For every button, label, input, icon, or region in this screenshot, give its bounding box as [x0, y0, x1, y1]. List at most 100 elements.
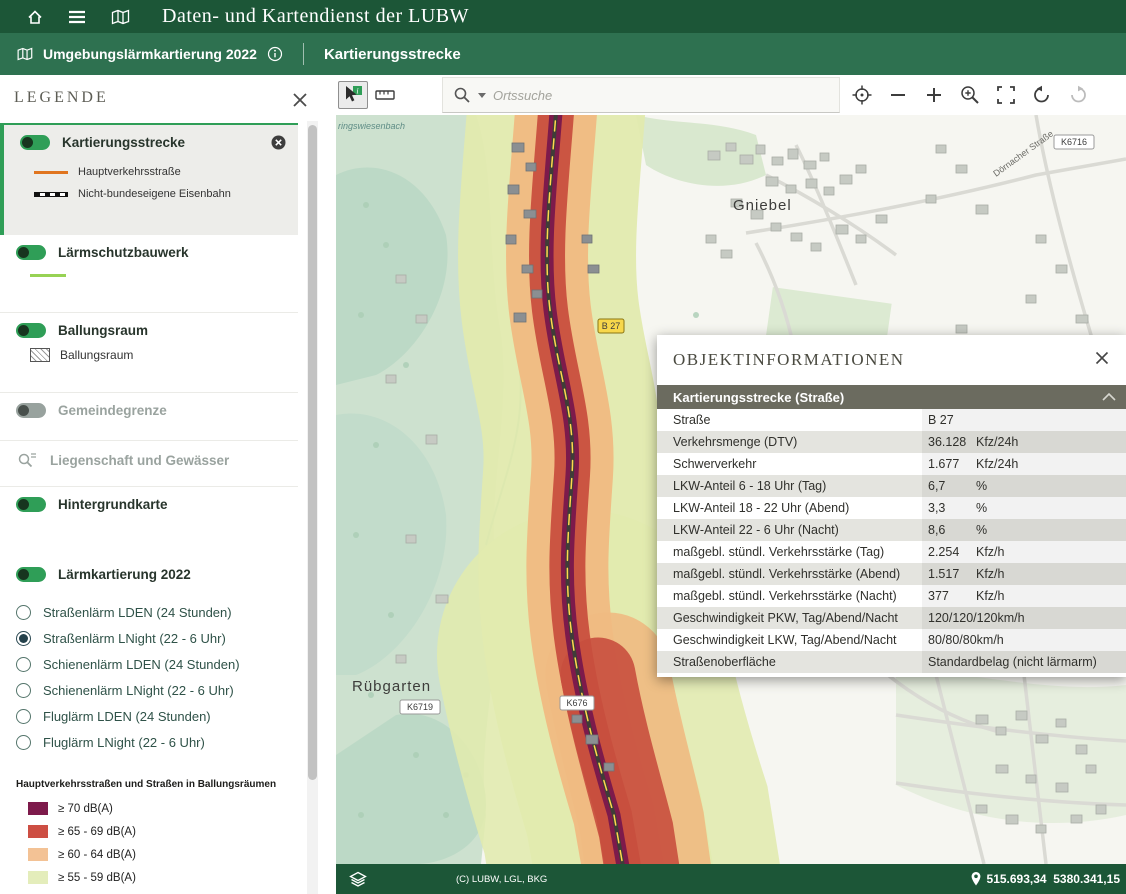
radio-fluglaerm-lnight[interactable]: Fluglärm LNight (22 - 6 Uhr)	[0, 729, 298, 755]
module-map-icon	[16, 46, 33, 62]
legend-entry-label: Hauptverkehrsstraße	[78, 166, 181, 178]
search-input[interactable]	[493, 88, 829, 103]
coordinate-readout: 515.693,34 5380.341,15	[970, 871, 1120, 887]
close-icon	[291, 91, 309, 109]
legend-title: LEGENDE	[14, 89, 109, 107]
place-label-ruebgarten: Rübgarten	[352, 678, 431, 695]
table-row: Geschwindigkeit LKW, Tag/Abend/Nacht80/8…	[657, 629, 1126, 651]
legend-close-button[interactable]	[290, 90, 310, 110]
scale-row	[0, 889, 298, 894]
map-attribution: (C) LUBW, LGL, BKG	[456, 874, 547, 885]
toggle-kartierungsstrecke[interactable]	[20, 135, 50, 150]
redo-button[interactable]	[1064, 81, 1092, 109]
noise-corridor	[547, 115, 652, 864]
table-row: StraßeB 27	[657, 409, 1126, 431]
map-service-button[interactable]	[110, 8, 130, 26]
radio-strassenlaerm-lnight[interactable]: Straßenlärm LNight (22 - 6 Uhr)	[0, 625, 298, 651]
table-row: maßgebl. stündl. Verkehrsstärke (Abend)1…	[657, 563, 1126, 585]
table-row: StraßenoberflächeStandardbelag (nicht lä…	[657, 651, 1126, 673]
layer-label: Hintergrundkarte	[58, 497, 286, 512]
place-label-gniebel: Gniebel	[733, 197, 792, 214]
radio-icon-selected	[16, 631, 31, 646]
zoom-box-button[interactable]	[956, 81, 984, 109]
svg-text:K6719: K6719	[407, 702, 433, 712]
layer-label: Ballungsraum	[58, 323, 286, 338]
road-shield-b27: B 27	[598, 319, 624, 333]
toggle-laermschutzbauwerk[interactable]	[16, 245, 46, 260]
search-icon[interactable]	[453, 86, 471, 104]
noise-option-list: Straßenlärm LDEN (24 Stunden) Straßenlär…	[0, 599, 298, 755]
scale-row: ≥ 65 - 69 dB(A)	[0, 820, 298, 843]
minus-icon	[887, 84, 909, 106]
measure-tool-button[interactable]	[370, 81, 400, 109]
crosshair-icon	[851, 84, 873, 106]
scale-row: ≥ 60 - 64 dB(A)	[0, 843, 298, 866]
pin-icon	[970, 871, 982, 887]
layer-item-laermkartierung: Lärmkartierung 2022	[0, 563, 298, 597]
layer-item-kartierungsstrecke: Kartierungsstrecke Hauptverkehrsstraße N…	[0, 123, 298, 235]
legend-entry-label: Ballungsraum	[60, 348, 133, 362]
full-extent-button[interactable]	[992, 81, 1020, 109]
search-layer-icon	[16, 451, 38, 469]
legend-entry-hauptverkehrsstrasse: Hauptverkehrsstraße	[34, 166, 298, 178]
breadcrumb: Kartierungsstrecke	[324, 46, 461, 63]
map-icon	[110, 8, 130, 26]
object-info-panel: OBJEKTINFORMATIONEN Kartierungsstrecke (…	[657, 335, 1126, 677]
railway-swatch	[34, 192, 68, 197]
scale-row: ≥ 55 - 59 dB(A)	[0, 866, 298, 889]
geolocate-button[interactable]	[848, 81, 876, 109]
toggle-ballungsraum[interactable]	[16, 323, 46, 338]
location-search	[442, 77, 840, 113]
object-info-close-button[interactable]	[1094, 350, 1110, 371]
remove-layer-button[interactable]	[271, 135, 286, 150]
app-header: Daten- und Kartendienst der LUBW	[0, 0, 1126, 33]
layer-item-gemeindegrenze: Gemeindegrenze	[0, 393, 298, 441]
undo-button[interactable]	[1028, 81, 1056, 109]
layer-item-laermschutzbauwerk: Lärmschutzbauwerk	[0, 235, 298, 313]
object-info-section-header[interactable]: Kartierungsstrecke (Straße)	[657, 385, 1126, 409]
module-info-button[interactable]	[267, 46, 283, 62]
object-info-title: OBJEKTINFORMATIONEN	[673, 350, 905, 370]
table-row: LKW-Anteil 18 - 22 Uhr (Abend)3,3%	[657, 497, 1126, 519]
divider	[303, 43, 304, 65]
radio-icon	[16, 657, 31, 672]
radio-icon	[16, 683, 31, 698]
search-options-caret[interactable]	[478, 93, 486, 98]
zoom-out-button[interactable]	[884, 81, 912, 109]
radio-schienenlaerm-lden[interactable]: Schienenlärm LDEN (24 Stunden)	[0, 651, 298, 677]
toggle-laermkartierung[interactable]	[16, 567, 46, 582]
scale-swatch	[28, 848, 48, 861]
scale-row: ≥ 70 dB(A)	[0, 797, 298, 820]
scrollbar-thumb[interactable]	[308, 125, 317, 780]
sidebar-scrollbar[interactable]	[307, 121, 318, 894]
radio-fluglaerm-lden[interactable]: Fluglärm LDEN (24 Stunden)	[0, 703, 298, 729]
layer-label: Kartierungsstrecke	[62, 135, 259, 150]
extent-icon	[995, 84, 1017, 106]
svg-text:K6716: K6716	[1061, 137, 1087, 147]
redo-icon	[1067, 84, 1089, 106]
stream-label: ringswiesenbach	[338, 121, 405, 131]
menu-button[interactable]	[68, 10, 86, 24]
noise-scale: ≥ 70 dB(A) ≥ 65 - 69 dB(A) ≥ 60 - 64 dB(…	[0, 797, 298, 894]
identify-tool-button[interactable]: i	[338, 81, 368, 109]
toggle-hintergrundkarte[interactable]	[16, 497, 46, 512]
home-icon	[26, 8, 44, 26]
ballungsraum-swatch	[30, 348, 50, 362]
magnifier-plus-icon	[959, 84, 981, 106]
layers-button[interactable]	[348, 870, 368, 888]
radio-icon	[16, 735, 31, 750]
map-toolbar: i	[336, 75, 1126, 115]
scale-swatch	[28, 871, 48, 884]
toggle-gemeindegrenze[interactable]	[16, 403, 46, 418]
radio-strassenlaerm-lden[interactable]: Straßenlärm LDEN (24 Stunden)	[0, 599, 298, 625]
hamburger-icon	[68, 10, 86, 24]
module-label: Umgebungslärmkartierung 2022	[43, 46, 257, 62]
legend-panel: LEGENDE Kartierungsstrecke Hauptverkehrs…	[0, 75, 336, 894]
svg-text:K676: K676	[566, 698, 587, 708]
zoom-in-button[interactable]	[920, 81, 948, 109]
ruler-icon	[374, 84, 396, 106]
coordinates-text: 515.693,34 5380.341,15	[987, 872, 1120, 886]
home-button[interactable]	[26, 8, 44, 26]
road-shield-k676: K676	[560, 696, 594, 710]
radio-schienenlaerm-lnight[interactable]: Schienenlärm LNight (22 - 6 Uhr)	[0, 677, 298, 703]
